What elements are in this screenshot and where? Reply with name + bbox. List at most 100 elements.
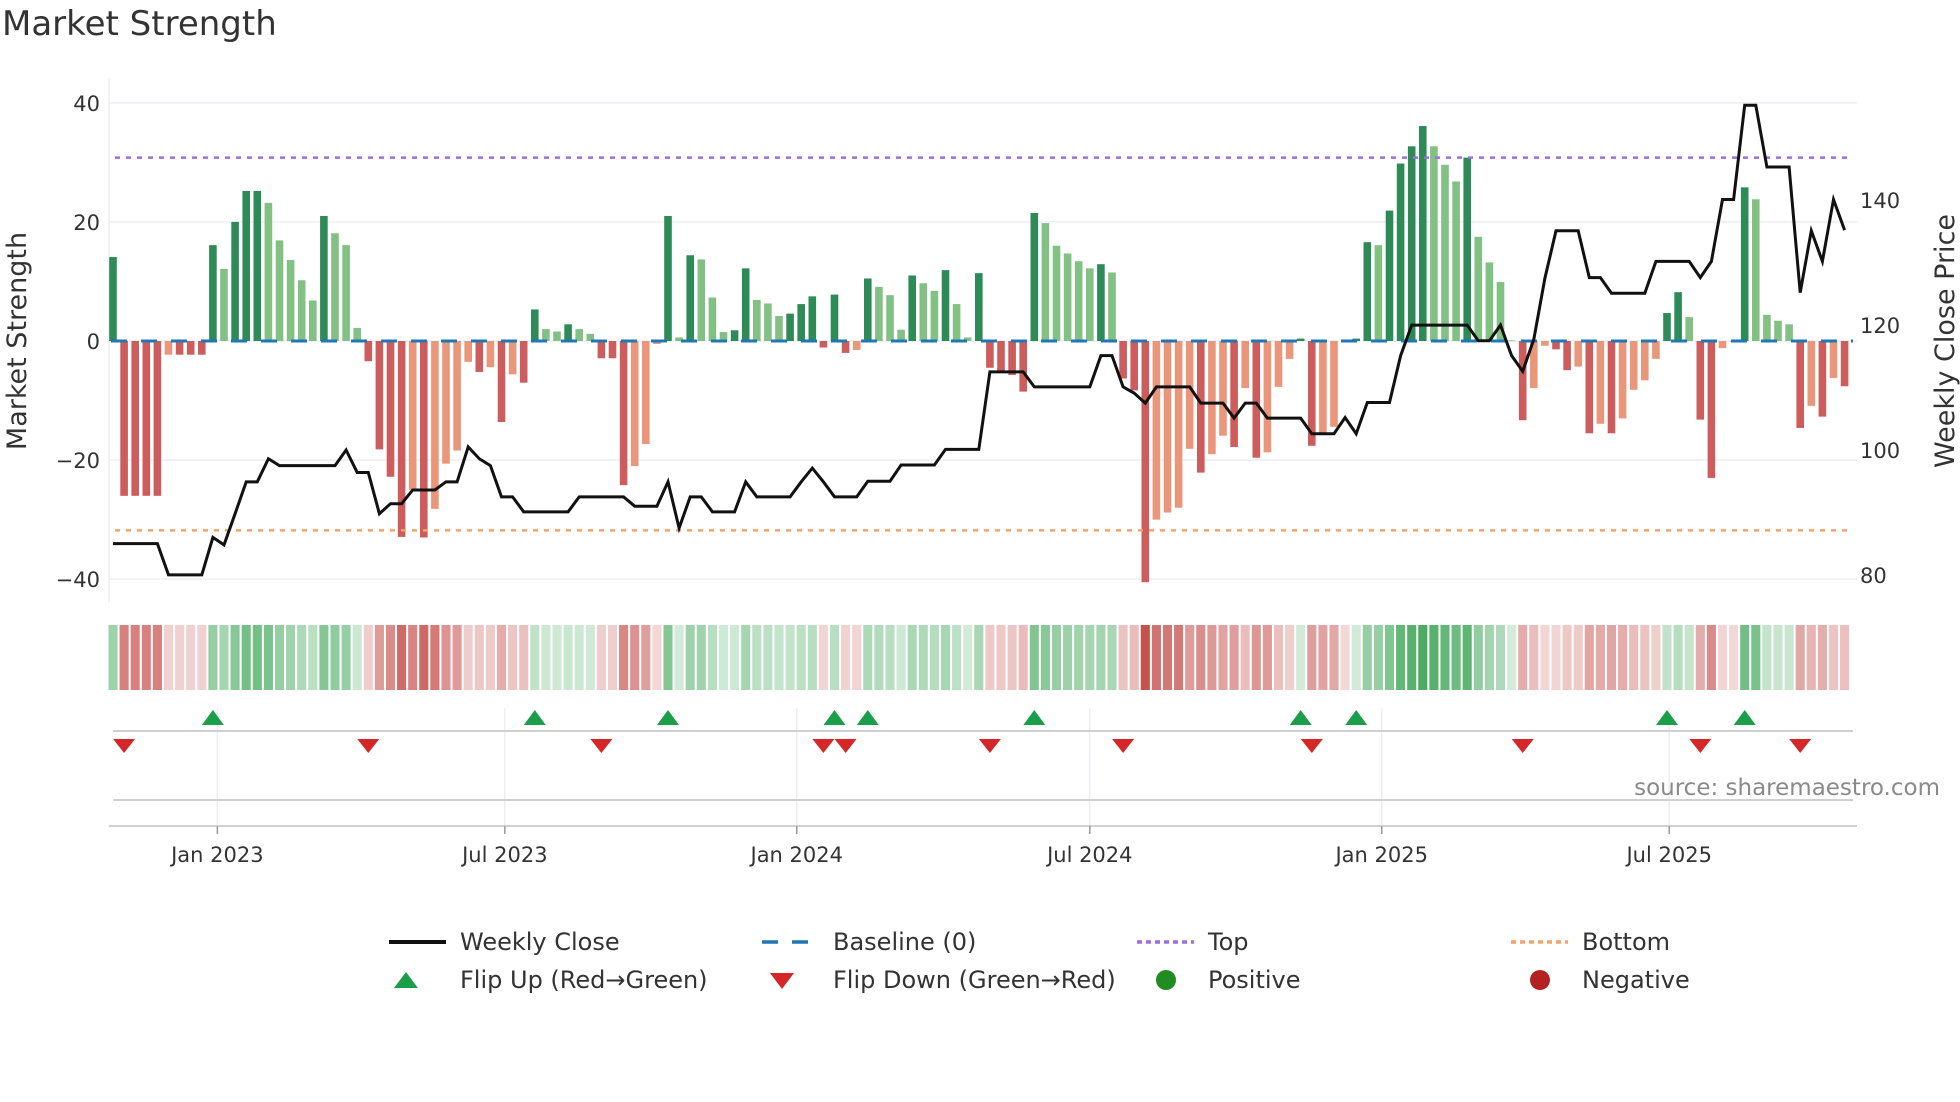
heat-strip-cell bbox=[1740, 625, 1750, 690]
flip-up-marker bbox=[657, 710, 679, 725]
heat-strip-cell bbox=[585, 625, 595, 690]
heat-strip-cell bbox=[274, 625, 285, 690]
legend-label: Flip Up (Red→Green) bbox=[460, 966, 708, 994]
heat-strip-cell bbox=[652, 625, 662, 690]
heat-strip-cell bbox=[752, 625, 762, 690]
heat-strip-cell bbox=[707, 625, 717, 690]
strength-bar-negative bbox=[1707, 341, 1716, 478]
strength-bar-positive bbox=[786, 313, 794, 341]
strength-bar-negative bbox=[198, 341, 206, 355]
strength-bar-negative bbox=[608, 341, 617, 359]
legend-label: Baseline (0) bbox=[833, 928, 977, 956]
circle-icon bbox=[1156, 970, 1176, 990]
legend-dotted-icon bbox=[1511, 940, 1568, 944]
heat-strip-cell bbox=[1207, 625, 1217, 690]
strength-bar-positive bbox=[1430, 146, 1438, 341]
heat-strip-cell bbox=[1240, 625, 1250, 690]
strength-bar-positive bbox=[1097, 264, 1105, 341]
heat-strip-cell bbox=[1606, 625, 1617, 690]
strength-bar-negative bbox=[486, 341, 495, 368]
strength-bar-negative bbox=[1141, 341, 1150, 583]
heat-strip-cell bbox=[541, 625, 551, 690]
strength-bar-positive bbox=[664, 215, 672, 341]
heat-strip-cell bbox=[1429, 625, 1439, 690]
strength-bar-positive bbox=[1041, 223, 1050, 341]
legend-baseline: Baseline (0) bbox=[762, 928, 976, 956]
heat-strip-cell bbox=[774, 625, 784, 690]
strength-bar-positive bbox=[1374, 245, 1383, 341]
heat-strip-cell bbox=[1296, 625, 1306, 690]
strength-bar-negative bbox=[364, 341, 373, 362]
legend-flip-up: Flip Up (Red→Green) bbox=[389, 966, 708, 994]
strength-bar-positive bbox=[708, 297, 717, 341]
legend-weekly-close: Weekly Close bbox=[389, 928, 620, 956]
heat-strip-cell bbox=[1518, 625, 1528, 690]
heat-strip-cell bbox=[1384, 625, 1395, 690]
heat-strip-cell bbox=[119, 625, 129, 690]
flip-down-marker bbox=[357, 739, 380, 753]
strength-bar-negative bbox=[630, 341, 639, 467]
y-tick-label: 0 bbox=[87, 330, 100, 354]
strength-bar-negative bbox=[1230, 341, 1238, 447]
heat-strip-cell bbox=[141, 625, 151, 690]
heat-strip-cell bbox=[1229, 625, 1239, 690]
strength-bar-negative bbox=[1219, 341, 1227, 436]
strength-bar-positive bbox=[264, 202, 273, 341]
strength-bar-negative bbox=[642, 341, 650, 445]
strength-bar-negative bbox=[1285, 341, 1294, 359]
flip-down-marker bbox=[1689, 739, 1712, 753]
strength-bar-negative bbox=[175, 341, 184, 355]
strength-bar-positive bbox=[1396, 163, 1405, 341]
strength-bar-negative bbox=[1263, 341, 1272, 453]
strength-bar-positive bbox=[808, 296, 817, 341]
strength-bar-positive bbox=[297, 280, 306, 341]
strength-bar-negative bbox=[1319, 341, 1327, 434]
strength-bar-negative bbox=[1252, 341, 1261, 458]
y-tick-label: −40 bbox=[56, 568, 100, 592]
strength-bar-negative bbox=[1008, 341, 1016, 375]
heat-strip-cell bbox=[630, 625, 640, 690]
heat-strip-cell bbox=[1806, 625, 1816, 690]
strength-bar-negative bbox=[1818, 341, 1827, 417]
heat-strip-cell bbox=[1196, 625, 1206, 690]
strength-bar-positive bbox=[886, 295, 894, 341]
strength-bar-positive bbox=[864, 278, 872, 341]
heat-strip-cell bbox=[1618, 625, 1628, 690]
heat-strip-cell bbox=[1129, 625, 1139, 690]
strength-bar-positive bbox=[1752, 199, 1760, 341]
heat-strip-cell bbox=[308, 625, 318, 690]
strength-bar-positive bbox=[1052, 245, 1061, 341]
flip-up-marker bbox=[1733, 710, 1756, 725]
heat-strip-cell bbox=[1040, 625, 1050, 690]
strength-bar-negative bbox=[442, 341, 450, 464]
heat-strip-cell bbox=[674, 625, 684, 690]
strength-bar-positive bbox=[1385, 210, 1394, 341]
heat-strip-cell bbox=[1651, 625, 1661, 690]
heat-strip-cell bbox=[108, 625, 118, 690]
strength-bar-negative bbox=[142, 341, 151, 496]
heat-strip-cell bbox=[929, 625, 939, 690]
legend-negative: Negative bbox=[1511, 966, 1690, 994]
heat-strip-cell bbox=[463, 625, 473, 690]
strength-bar-positive bbox=[531, 309, 539, 341]
legend-line-icon bbox=[389, 940, 446, 944]
strength-bar-positive bbox=[975, 273, 983, 341]
heat-strip-cell bbox=[175, 625, 185, 690]
strength-bar-negative bbox=[431, 341, 439, 509]
heat-strip-cell bbox=[1251, 625, 1261, 690]
heat-strip-cell bbox=[796, 625, 806, 690]
strength-bar-positive bbox=[1108, 272, 1116, 341]
strength-bar-positive bbox=[741, 268, 750, 341]
flip-down-marker bbox=[978, 739, 1001, 753]
strength-bar-negative bbox=[1574, 341, 1582, 367]
strength-bar-positive bbox=[1663, 313, 1671, 341]
heat-strip-cell bbox=[474, 625, 484, 690]
flip-up-marker bbox=[856, 710, 879, 725]
x-tick-label: Jul 2024 bbox=[1045, 843, 1132, 867]
heat-strip-cell bbox=[385, 625, 396, 690]
strength-bar-positive bbox=[952, 304, 961, 341]
strength-bar-negative bbox=[1241, 341, 1249, 389]
strength-bar-negative bbox=[1641, 341, 1649, 381]
strength-bar-negative bbox=[497, 341, 506, 422]
strength-bar-positive bbox=[1763, 314, 1771, 341]
